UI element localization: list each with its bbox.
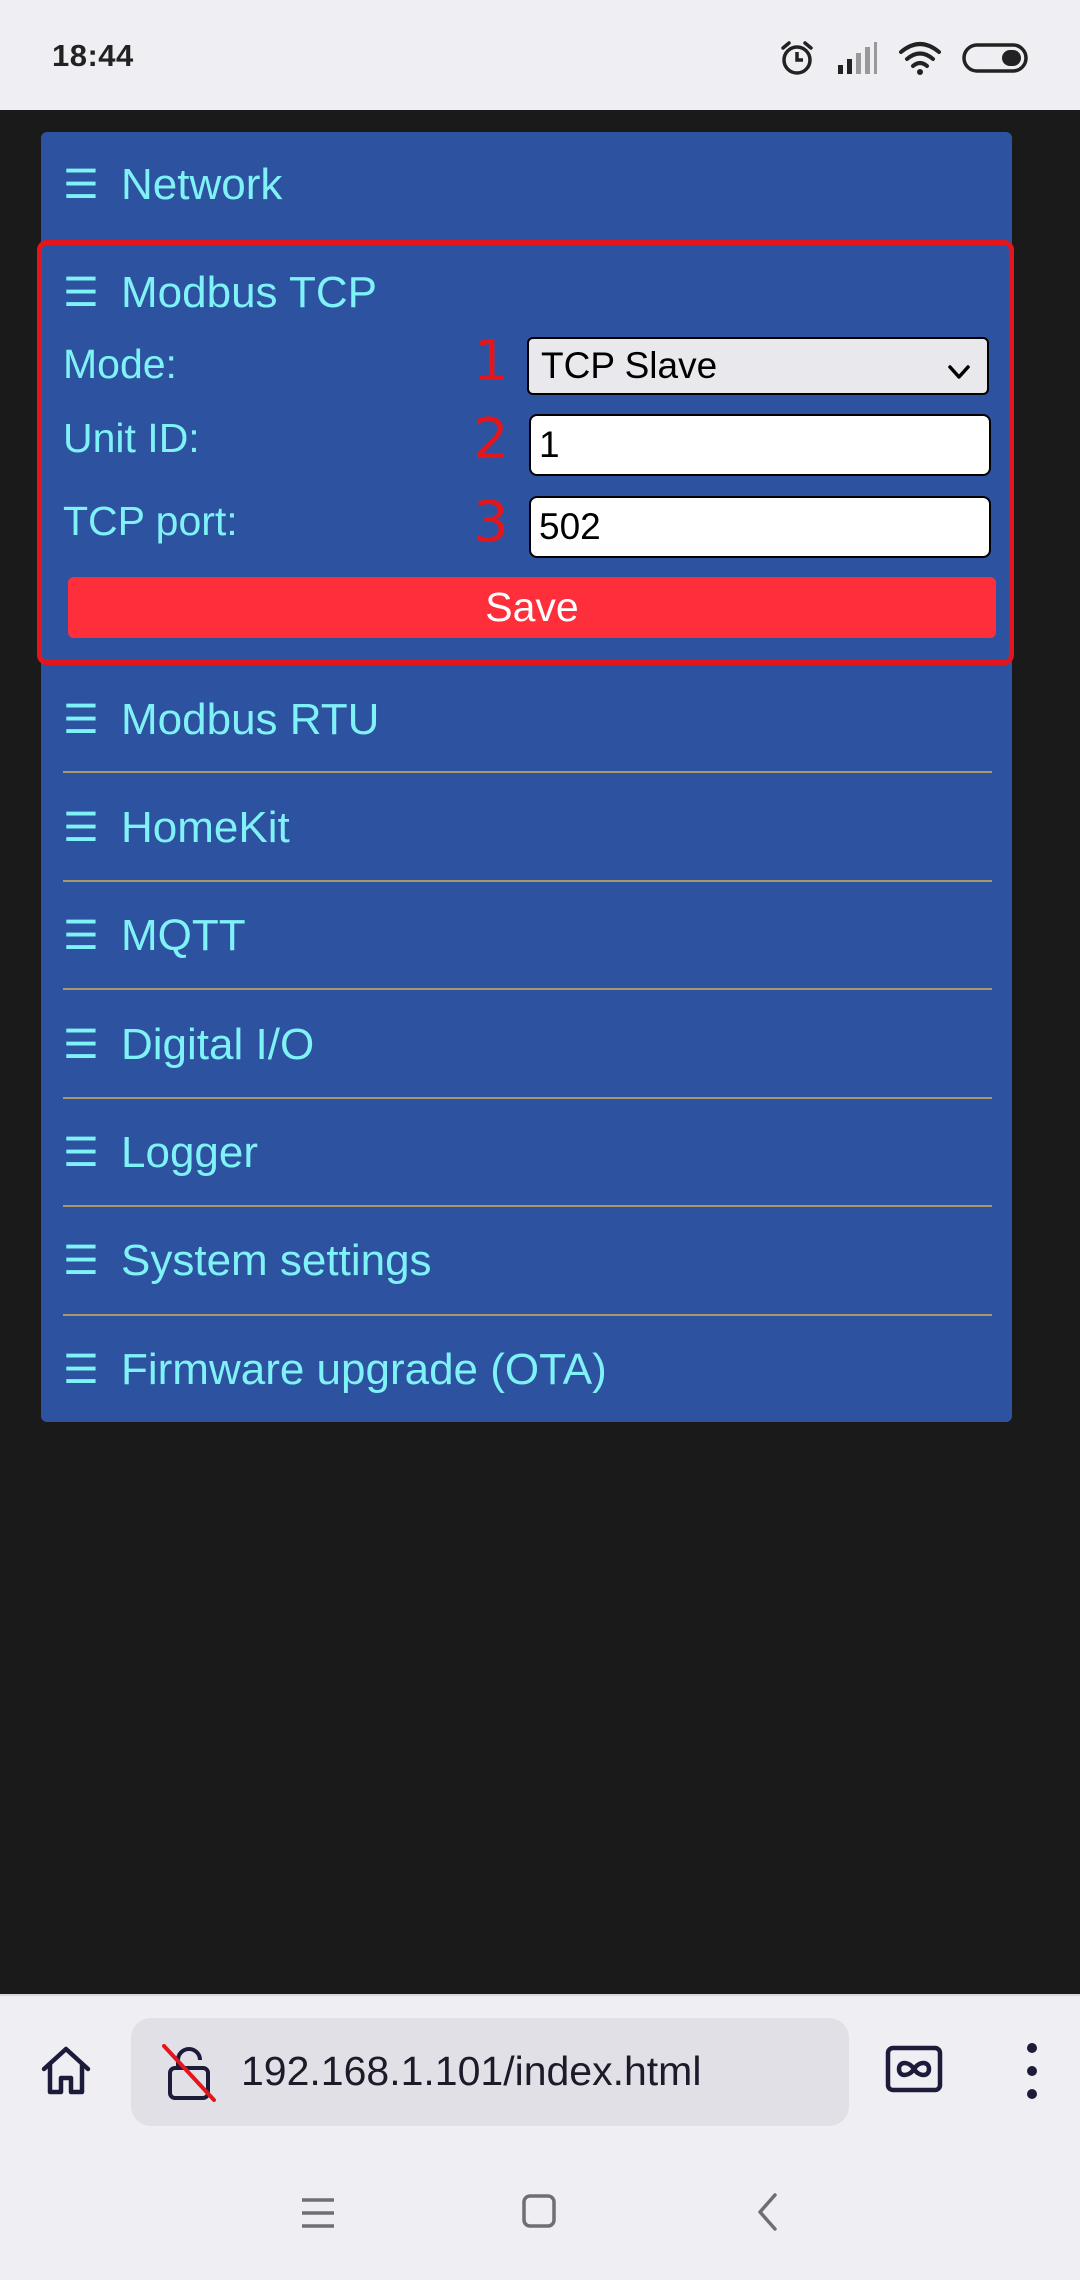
browser-toolbar: 192.168.1.101/index.html — [0, 1994, 1080, 2148]
menu-item-label: MQTT — [121, 911, 246, 960]
menu-item-label: Digital I/O — [121, 1020, 315, 1069]
menu-icon: ☰ — [63, 271, 99, 315]
menu-icon: ☰ — [63, 1239, 99, 1283]
menu-icon: ☰ — [63, 806, 99, 850]
menu-item-firmware-upgrade[interactable]: ☰ Firmware upgrade (OTA) — [63, 1340, 607, 1400]
status-icons — [778, 34, 1030, 82]
menu-icon: ☰ — [63, 163, 99, 207]
tcp-port-label: TCP port: — [63, 498, 238, 544]
save-button[interactable]: Save — [68, 577, 996, 638]
mode-select[interactable]: TCP Slave — [527, 337, 989, 395]
back-nav-icon[interactable] — [756, 2192, 778, 2236]
step-number-3: 3 — [473, 490, 509, 555]
system-nav-bar — [0, 2148, 1080, 2280]
url-text: 192.168.1.101/index.html — [241, 2048, 702, 2094]
battery-icon — [962, 42, 1030, 74]
status-bar: 18:44 — [0, 0, 1080, 110]
menu-item-label: Modbus RTU — [121, 695, 380, 744]
step-number-1: 1 — [473, 329, 509, 394]
menu-item-logger[interactable]: ☰ Logger — [63, 1123, 258, 1183]
alarm-icon — [778, 39, 816, 77]
menu-icon: ☰ — [63, 1348, 99, 1392]
menu-item-modbus-tcp[interactable]: ☰ Modbus TCP — [63, 263, 377, 323]
divider — [63, 771, 992, 773]
recent-apps-icon[interactable] — [300, 2196, 336, 2234]
step-number-2: 2 — [473, 407, 509, 472]
divider — [63, 988, 992, 990]
menu-item-label: System settings — [121, 1236, 432, 1285]
menu-icon: ☰ — [63, 914, 99, 958]
mode-select-value: TCP Slave — [541, 345, 718, 386]
mode-label: Mode: — [63, 341, 177, 387]
menu-icon: ☰ — [63, 1023, 99, 1067]
insecure-lock-icon[interactable] — [161, 2044, 217, 2106]
menu-item-label: Firmware upgrade (OTA) — [121, 1345, 607, 1394]
menu-item-label: Network — [121, 160, 283, 209]
menu-item-modbus-rtu[interactable]: ☰ Modbus RTU — [63, 690, 379, 750]
menu-item-network[interactable]: ☰ Network — [63, 155, 282, 215]
status-time: 18:44 — [52, 38, 134, 73]
menu-icon: ☰ — [63, 698, 99, 742]
home-icon[interactable] — [38, 2042, 94, 2102]
divider — [63, 1314, 992, 1316]
menu-item-label: Modbus TCP — [121, 268, 377, 317]
reader-mode-icon[interactable] — [885, 2044, 943, 2098]
menu-item-label: HomeKit — [121, 803, 290, 852]
menu-item-label: Logger — [121, 1128, 259, 1177]
menu-item-homekit[interactable]: ☰ HomeKit — [63, 798, 290, 858]
divider — [63, 880, 992, 882]
unit-id-input[interactable] — [529, 414, 991, 476]
unit-id-label: Unit ID: — [63, 415, 200, 461]
wifi-icon — [898, 40, 942, 76]
divider — [63, 1205, 992, 1207]
divider — [63, 1097, 992, 1099]
tcp-port-input[interactable] — [529, 496, 991, 558]
signal-icon — [836, 41, 878, 75]
more-options-icon[interactable] — [1022, 2040, 1042, 2106]
menu-item-digital-io[interactable]: ☰ Digital I/O — [63, 1015, 314, 1075]
menu-icon: ☰ — [63, 1131, 99, 1175]
menu-item-mqtt[interactable]: ☰ MQTT — [63, 906, 246, 966]
chevron-down-icon — [945, 353, 973, 395]
home-nav-icon[interactable] — [522, 2194, 556, 2232]
url-bar[interactable]: 192.168.1.101/index.html — [131, 2018, 849, 2126]
menu-item-system-settings[interactable]: ☰ System settings — [63, 1231, 432, 1291]
